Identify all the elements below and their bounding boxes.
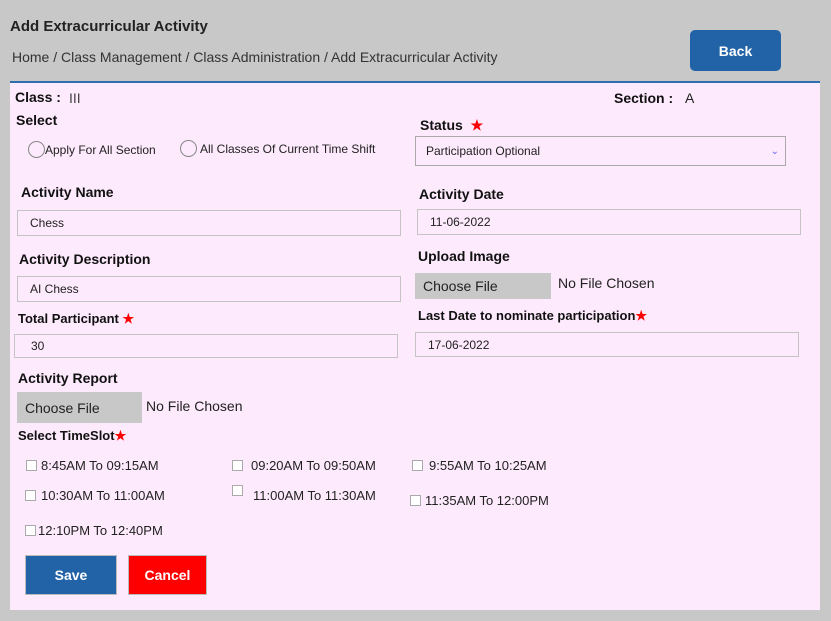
breadcrumb[interactable]: Home / Class Management / Class Administ… — [12, 49, 498, 65]
activity-name-input[interactable]: Chess — [17, 210, 401, 236]
timeslot-label-text: 10:30AM To 11:00AM — [41, 488, 165, 503]
timeslot-checkbox[interactable] — [25, 525, 36, 536]
timeslot-checkbox[interactable] — [232, 460, 243, 471]
required-star-icon: ★ — [635, 308, 648, 323]
section-value: A — [685, 90, 695, 106]
page-title: Add Extracurricular Activity — [10, 18, 208, 35]
upload-image-choose-file-button[interactable]: Choose File — [415, 273, 551, 299]
timeslot-label-text: 9:55AM To 10:25AM — [429, 458, 547, 473]
timeslot-checkbox[interactable] — [410, 495, 421, 506]
timeslot-label-text: 11:00AM To 11:30AM — [253, 488, 376, 503]
upload-image-status: No File Chosen — [558, 275, 655, 291]
activity-description-label: Activity Description — [19, 251, 151, 267]
status-label: Status ★ — [420, 117, 484, 133]
section-label: Section : — [614, 90, 674, 106]
cancel-button[interactable]: Cancel — [128, 555, 207, 595]
radio-icon[interactable] — [28, 141, 45, 158]
status-select[interactable]: Participation Optional ⌄ — [415, 136, 786, 166]
last-date-label: Last Date to nominate participation★ — [418, 308, 648, 323]
save-button[interactable]: Save — [25, 555, 117, 595]
activity-name-label: Activity Name — [21, 184, 114, 200]
required-star-icon: ★ — [114, 428, 127, 443]
radio-all-classes-time-shift[interactable]: All Classes Of Current Time Shift — [180, 140, 375, 157]
required-star-icon: ★ — [122, 311, 135, 326]
timeslot-checkbox[interactable] — [25, 490, 36, 501]
radio-icon[interactable] — [180, 140, 197, 157]
timeslot-checkbox[interactable] — [232, 485, 243, 496]
class-label: Class : — [15, 89, 61, 105]
timeslot-checkbox[interactable] — [412, 460, 423, 471]
timeslot-label-text: 8:45AM To 09:15AM — [41, 458, 159, 473]
activity-date-input[interactable]: 11-06-2022 — [417, 209, 801, 235]
total-participant-label: Total Participant ★ — [18, 311, 135, 326]
timeslot-label: Select TimeSlot★ — [18, 428, 127, 443]
timeslot-label-text: 09:20AM To 09:50AM — [251, 458, 376, 473]
radio-apply-all-section[interactable]: Apply For All Section — [28, 141, 156, 158]
timeslot-checkbox[interactable] — [26, 460, 37, 471]
activity-report-status: No File Chosen — [146, 398, 243, 414]
timeslot-label-text: 11:35AM To 12:00PM — [425, 493, 549, 508]
class-value: III — [69, 90, 81, 106]
last-date-input[interactable]: 17-06-2022 — [415, 332, 799, 357]
total-participant-input[interactable]: 30 — [14, 334, 398, 358]
upload-image-label: Upload Image — [418, 248, 510, 264]
select-label: Select — [16, 112, 58, 128]
back-button[interactable]: Back — [690, 30, 781, 71]
timeslot-label-text: 12:10PM To 12:40PM — [38, 523, 163, 538]
activity-description-input[interactable]: AI Chess — [17, 276, 401, 302]
activity-report-choose-file-button[interactable]: Choose File — [17, 392, 142, 423]
chevron-down-icon: ⌄ — [770, 145, 779, 157]
activity-date-label: Activity Date — [419, 186, 504, 202]
required-star-icon: ★ — [470, 117, 484, 133]
activity-report-label: Activity Report — [18, 370, 118, 386]
